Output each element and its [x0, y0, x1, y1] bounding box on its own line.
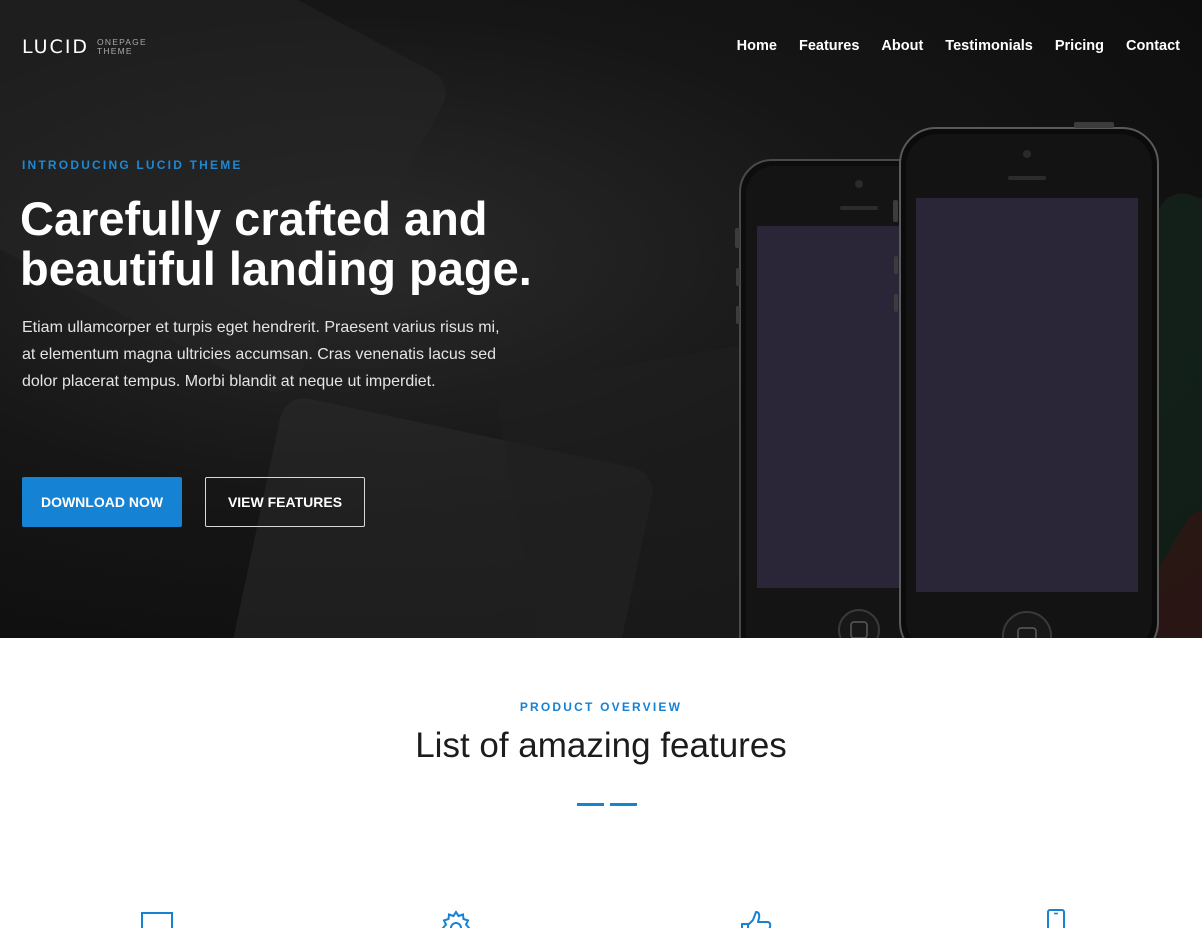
nav-item-features[interactable]: Features — [799, 38, 859, 54]
brand-tagline-line2: THEME — [97, 46, 133, 56]
brand-tagline: ONEPAGE THEME — [97, 37, 147, 57]
features-title: List of amazing features — [415, 726, 787, 765]
hero-eyebrow: INTRODUCING LUCID THEME — [22, 158, 243, 172]
front-phone — [893, 122, 1159, 638]
download-now-button[interactable]: DOWNLOAD NOW — [22, 477, 182, 527]
hero-headline-line2: beautiful landing page. — [20, 242, 532, 295]
features-section: PRODUCT OVERVIEW List of amazing feature… — [0, 638, 1202, 928]
navbar: LUCID ONEPAGE THEME Home Features About … — [0, 0, 1202, 94]
brand-logo[interactable]: LUCID ONEPAGE THEME — [22, 36, 147, 58]
nav-item-about[interactable]: About — [881, 38, 923, 54]
features-eyebrow: PRODUCT OVERVIEW — [519, 700, 683, 714]
nav-item-testimonials[interactable]: Testimonials — [945, 38, 1033, 54]
nav-item-pricing[interactable]: Pricing — [1055, 38, 1104, 54]
hero-headline-line1: Carefully crafted and — [20, 192, 488, 245]
nav-item-contact[interactable]: Contact — [1126, 38, 1180, 54]
brand-name: LUCID — [22, 36, 90, 58]
main-nav: Home Features About Testimonials Pricing… — [737, 38, 1180, 54]
thumbs-up-icon — [741, 911, 772, 928]
phones-mockup — [735, 122, 1159, 638]
nav-item-home[interactable]: Home — [737, 38, 777, 54]
laptop-icon — [141, 912, 173, 928]
view-features-button[interactable]: VIEW FEATURES — [205, 477, 365, 527]
hero-section: LUCID ONEPAGE THEME Home Features About … — [0, 0, 1202, 638]
gear-icon — [441, 910, 471, 928]
section-divider — [577, 803, 637, 806]
hero-lead: Etiam ullamcorper et turpis eget hendrer… — [22, 319, 500, 390]
hero-headline: Carefully crafted and beautiful landing … — [20, 194, 580, 294]
smartphone-icon — [1047, 909, 1065, 928]
